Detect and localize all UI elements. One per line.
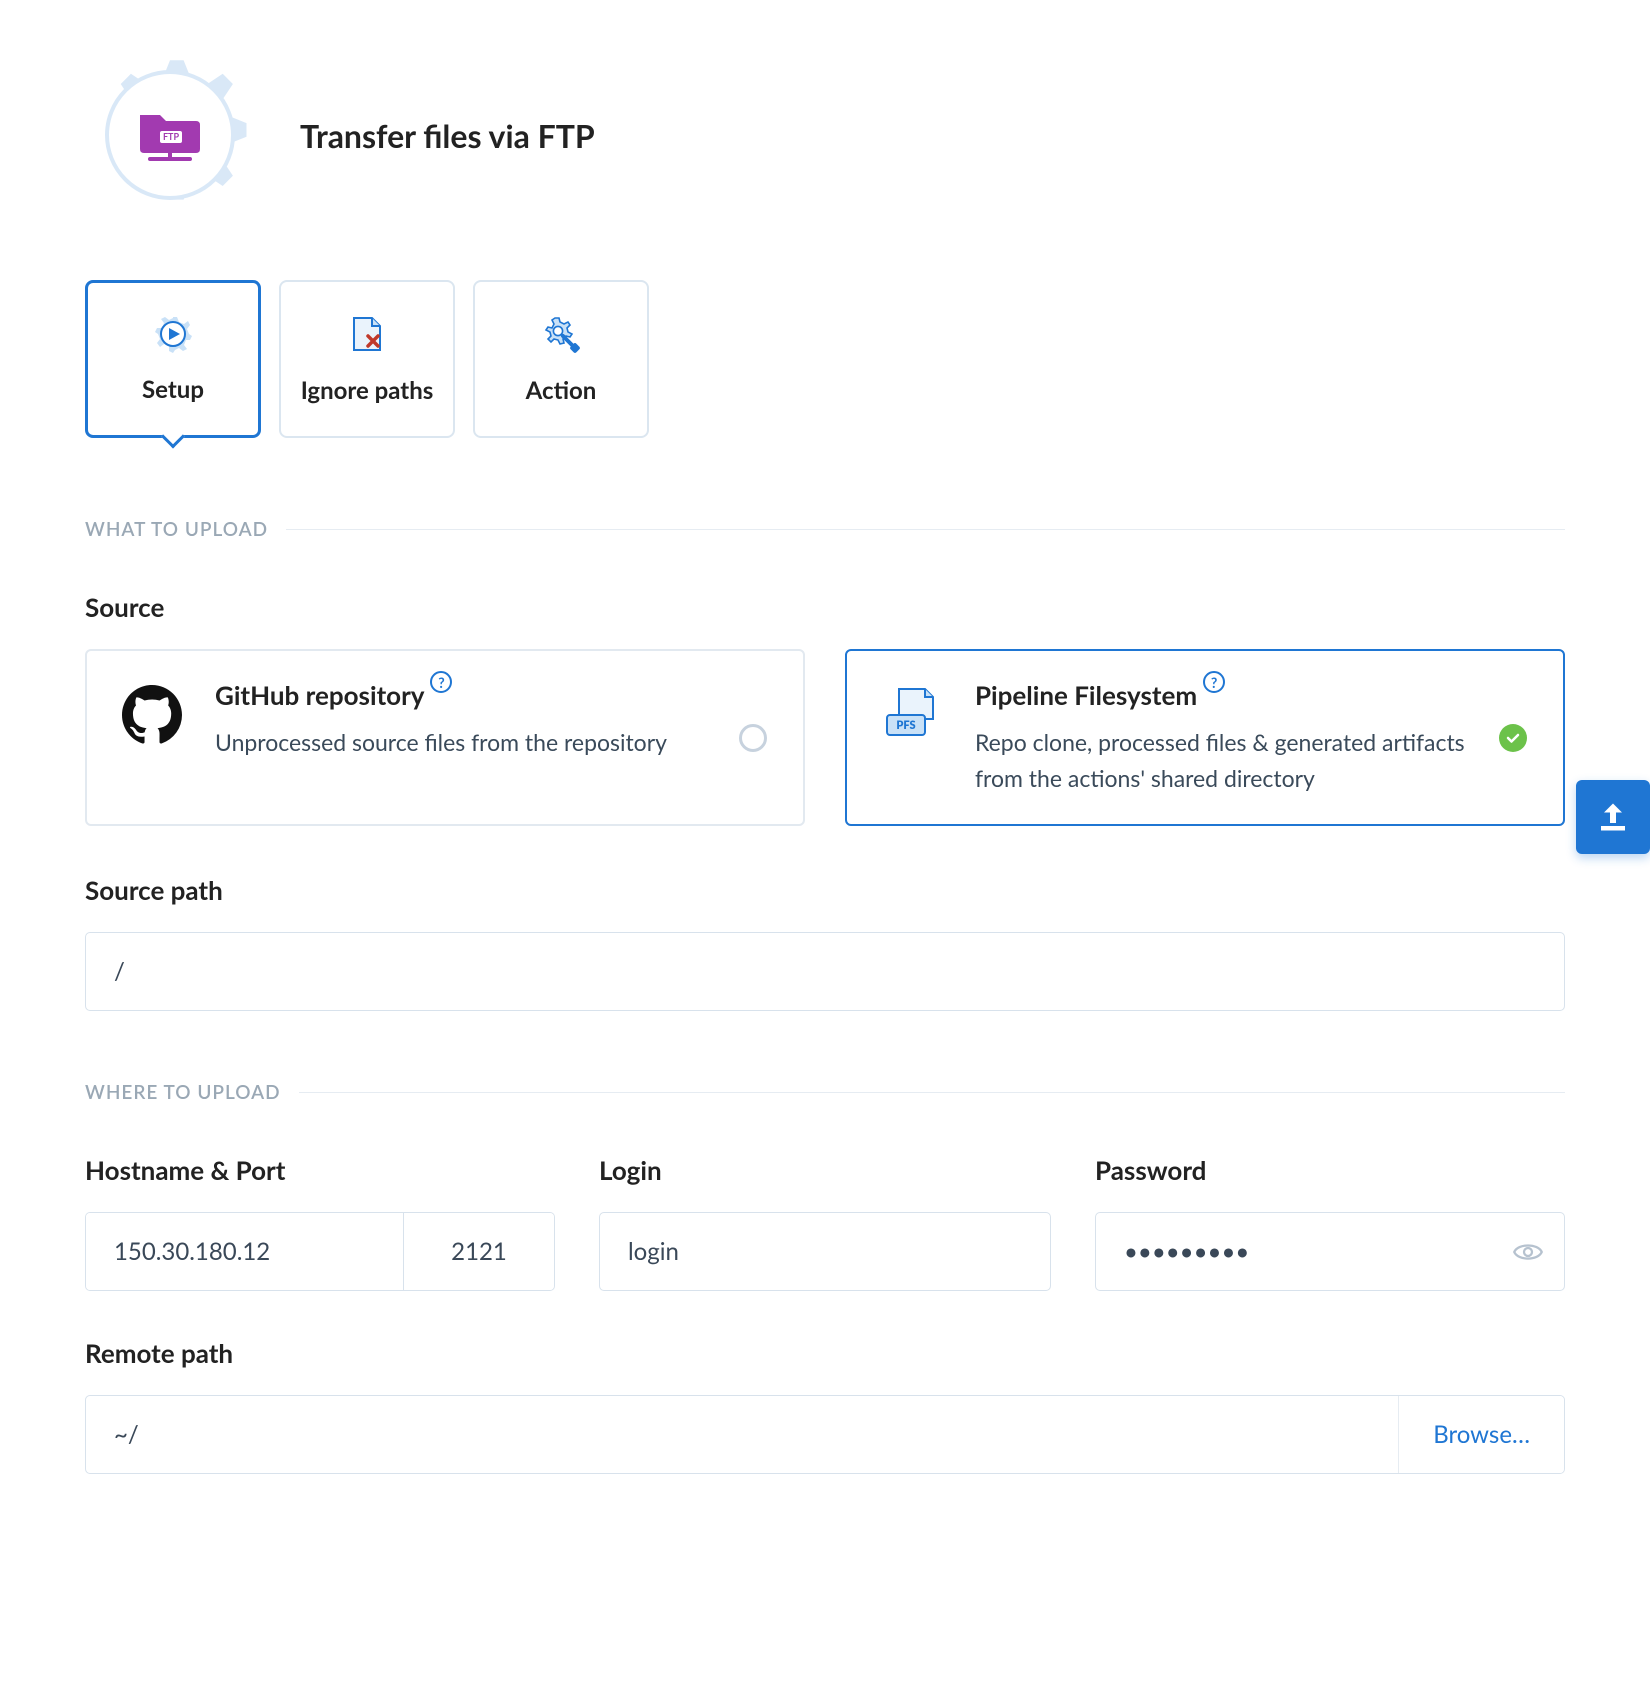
- remote-path-label: Remote path: [85, 1337, 1565, 1369]
- pfs-icon: PFS: [881, 685, 943, 741]
- remote-path-input[interactable]: [86, 1396, 1398, 1473]
- tab-setup[interactable]: Setup: [85, 280, 261, 438]
- remote-path-group: Browse…: [85, 1395, 1565, 1474]
- hostname-port-label: Hostname & Port: [85, 1154, 555, 1186]
- source-path-input[interactable]: [85, 932, 1565, 1011]
- tabs: Setup Ignore paths Action: [85, 280, 1565, 438]
- divider: [286, 529, 1565, 530]
- source-path-label: Source path: [85, 874, 1565, 906]
- section-header-text: WHAT TO UPLOAD: [85, 518, 268, 541]
- github-icon: [122, 685, 182, 745]
- tab-action[interactable]: Action: [473, 280, 649, 438]
- section-where-to-upload: WHERE TO UPLOAD: [85, 1081, 1565, 1104]
- section-header-text: WHERE TO UPLOAD: [85, 1081, 281, 1104]
- password-label: Password: [1095, 1154, 1565, 1186]
- tab-label: Setup: [142, 375, 204, 404]
- password-input[interactable]: [1095, 1212, 1565, 1291]
- help-icon[interactable]: ?: [1203, 671, 1225, 693]
- port-input[interactable]: [404, 1213, 554, 1290]
- page-title: Transfer files via FTP: [300, 116, 595, 155]
- source-option-pipeline-filesystem[interactable]: PFS Pipeline Filesystem ? Repo clone, pr…: [845, 649, 1565, 826]
- upload-icon: [1595, 799, 1631, 835]
- source-option-title: Pipeline Filesystem: [975, 679, 1197, 711]
- browse-button[interactable]: Browse…: [1398, 1396, 1564, 1473]
- svg-text:PFS: PFS: [896, 719, 915, 732]
- page-header: FTP Transfer files via FTP: [85, 50, 1565, 220]
- source-option-github[interactable]: GitHub repository ? Unprocessed source f…: [85, 649, 805, 826]
- tab-label: Action: [526, 376, 597, 405]
- wrench-gear-icon: [541, 314, 581, 354]
- source-option-desc: Repo clone, processed files & generated …: [975, 725, 1465, 796]
- ftp-gear-icon: FTP: [85, 50, 255, 220]
- check-icon: [1499, 724, 1527, 752]
- login-label: Login: [599, 1154, 1051, 1186]
- radio-unselected-icon: [739, 724, 767, 752]
- source-option-desc: Unprocessed source files from the reposi…: [215, 725, 705, 761]
- tab-label: Ignore paths: [301, 376, 434, 405]
- source-label: Source: [85, 591, 1565, 623]
- divider: [299, 1092, 1565, 1093]
- upload-fab[interactable]: [1576, 780, 1650, 854]
- source-options: GitHub repository ? Unprocessed source f…: [85, 649, 1565, 826]
- section-what-to-upload: WHAT TO UPLOAD: [85, 518, 1565, 541]
- login-input[interactable]: [599, 1212, 1051, 1291]
- svg-text:FTP: FTP: [163, 131, 179, 142]
- eye-icon[interactable]: [1513, 1237, 1543, 1267]
- tab-ignore-paths[interactable]: Ignore paths: [279, 280, 455, 438]
- hostname-input[interactable]: [86, 1213, 404, 1290]
- help-icon[interactable]: ?: [430, 671, 452, 693]
- file-x-icon: [348, 314, 386, 354]
- play-gear-icon: [154, 315, 192, 353]
- source-option-title: GitHub repository: [215, 679, 424, 711]
- hostname-port-group: [85, 1212, 555, 1291]
